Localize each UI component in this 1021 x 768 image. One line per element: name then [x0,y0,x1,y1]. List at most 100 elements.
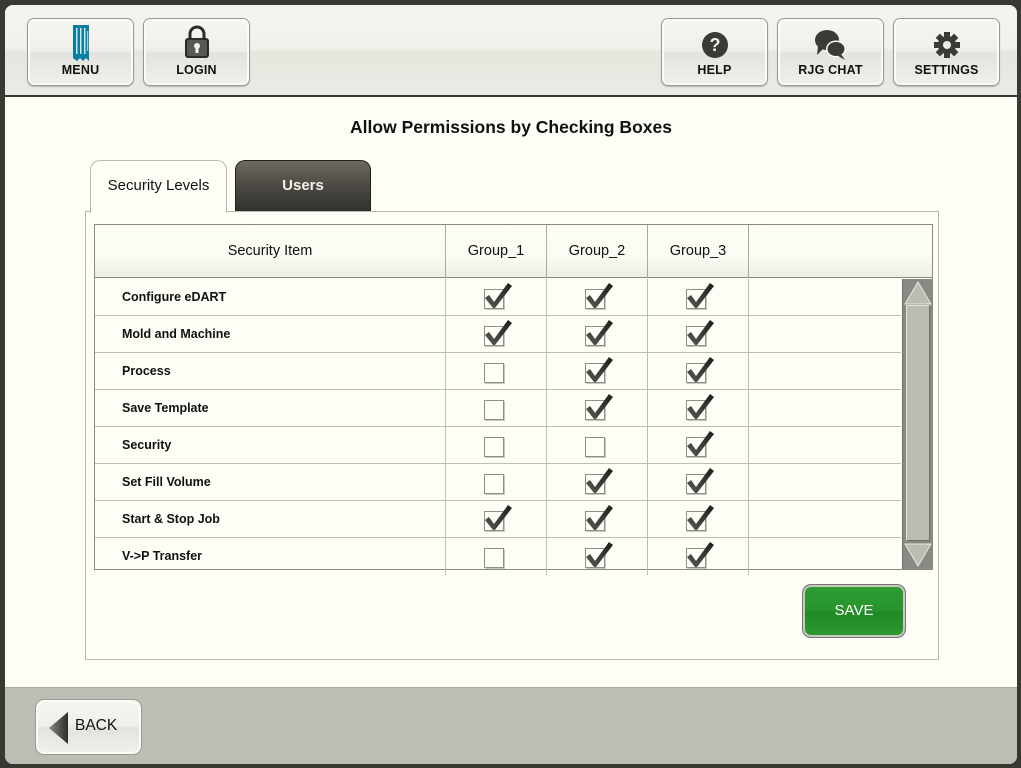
group-2-permission-checkbox[interactable] [585,541,613,568]
group-3-permission-checkbox[interactable] [686,541,714,568]
group-3-cell [648,427,749,464]
security-item-label: Security [95,427,446,464]
menu-button[interactable]: MENU [27,18,134,86]
chat-icon [814,29,848,66]
checkmark-icon [687,319,714,345]
group-1-cell [446,316,547,353]
table-row: V->P Transfer [95,538,901,575]
group-1-permission-checkbox[interactable] [484,399,504,420]
group-3-cell [648,501,749,538]
checkmark-icon [687,356,714,382]
group-2-permission-checkbox[interactable] [585,282,613,309]
empty-cell [749,501,901,538]
login-button[interactable]: LOGIN [143,18,250,86]
group-1-permission-checkbox[interactable] [484,362,504,383]
main-content: Allow Permissions by Checking Boxes Secu… [5,97,1017,687]
settings-button[interactable]: SETTINGS [893,18,1000,86]
group-1-permission-checkbox[interactable] [484,436,504,457]
group-3-permission-checkbox[interactable] [686,467,714,494]
checkmark-icon [485,319,512,345]
group-3-permission-checkbox[interactable] [686,430,714,457]
group-1-cell [446,464,547,501]
group-3-cell [648,390,749,427]
back-button[interactable]: BACK [35,699,142,755]
scrollbar-thumb[interactable] [906,305,930,541]
back-arrow-icon [49,712,68,744]
group-3-permission-checkbox[interactable] [686,356,714,383]
bottom-toolbar: BACK [5,687,1017,764]
checkmark-icon [586,393,613,419]
checkbox-box [585,436,605,457]
group-1-cell [446,427,547,464]
security-item-label: Mold and Machine [95,316,446,353]
top-toolbar: MENU LOGIN ? HELP RJG CHAT SETTINGS [5,5,1017,97]
column-header-empty [749,225,933,278]
checkmark-icon [687,430,714,456]
group-2-permission-checkbox[interactable] [585,319,613,346]
settings-button-label: SETTINGS [914,63,979,77]
table-row: Process [95,353,901,390]
group-3-permission-checkbox[interactable] [686,504,714,531]
group-3-permission-checkbox[interactable] [686,282,714,309]
lock-icon [183,25,211,64]
column-header-group-3[interactable]: Group_3 [648,225,749,278]
column-header-group-1[interactable]: Group_1 [446,225,547,278]
checkmark-icon [485,504,512,530]
checkmark-icon [586,282,613,308]
group-2-cell [547,501,648,538]
checkmark-icon [687,541,714,567]
group-2-permission-checkbox[interactable] [585,467,613,494]
rjg-chat-button[interactable]: RJG CHAT [777,18,884,86]
group-1-permission-checkbox[interactable] [484,282,512,309]
menu-button-label: MENU [61,63,100,77]
group-3-cell [648,538,749,575]
empty-cell [749,353,901,390]
svg-text:?: ? [709,35,720,55]
group-2-cell [547,538,648,575]
group-1-permission-checkbox[interactable] [484,319,512,346]
page-title: Allow Permissions by Checking Boxes [350,117,672,137]
checkmark-icon [687,467,714,493]
checkmark-icon [586,541,613,567]
group-3-permission-checkbox[interactable] [686,319,714,346]
checkmark-icon [485,282,512,308]
checkmark-icon [586,356,613,382]
group-1-permission-checkbox[interactable] [484,504,512,531]
group-2-permission-checkbox[interactable] [585,393,613,420]
group-2-permission-checkbox[interactable] [585,356,613,383]
table-row: Set Fill Volume [95,464,901,501]
rjg-menu-icon [71,25,91,68]
group-2-cell [547,353,648,390]
tab-users[interactable]: Users [235,160,371,211]
group-3-permission-checkbox[interactable] [686,393,714,420]
tab-security-levels[interactable]: Security Levels [90,160,227,213]
group-1-permission-checkbox[interactable] [484,473,504,494]
column-header-group-2[interactable]: Group_2 [547,225,648,278]
checkbox-box [484,547,504,568]
checkmark-icon [687,282,714,308]
table-row: Configure eDART [95,279,901,316]
group-2-permission-checkbox[interactable] [585,504,613,531]
scroll-up-arrow-icon[interactable] [904,281,932,305]
checkmark-icon [586,467,613,493]
empty-cell [749,390,901,427]
group-2-permission-checkbox[interactable] [585,436,605,457]
save-button[interactable]: SAVE [802,584,906,638]
table-row: Security [95,427,901,464]
group-3-cell [648,353,749,390]
rjg-chat-button-label: RJG CHAT [798,63,863,77]
back-button-label: BACK [75,717,118,734]
scroll-down-arrow-icon[interactable] [904,543,932,567]
group-1-cell [446,538,547,575]
login-button-label: LOGIN [176,63,217,77]
table-row: Mold and Machine [95,316,901,353]
group-1-permission-checkbox[interactable] [484,547,504,568]
permissions-table: Security Item Group_1 Group_2 Group_3 Co… [94,224,933,575]
help-button[interactable]: ? HELP [661,18,768,86]
vertical-scrollbar[interactable] [902,279,932,569]
help-icon: ? [701,31,729,64]
security-item-label: V->P Transfer [95,538,446,575]
checkmark-icon [687,393,714,419]
security-item-label: Configure eDART [95,279,446,316]
empty-cell [749,538,901,575]
